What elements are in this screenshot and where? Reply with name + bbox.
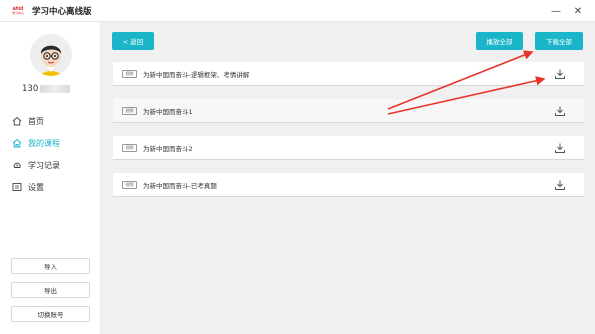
course-title: 为新中国而奋斗1	[143, 107, 193, 116]
video-tag: 视频	[122, 143, 137, 152]
sidebar-item-label: 我的课程	[28, 138, 60, 148]
title-bar: ahtd 学习中心 学习中心离线版 — ✕	[0, 0, 595, 22]
sidebar: 130 首页 我的课程 学习记录 设置 导入 导出 切换账号	[0, 22, 101, 334]
course-row[interactable]: 视频 为新中国而奋斗2	[113, 136, 584, 160]
home-icon	[12, 116, 22, 126]
course-row[interactable]: 视频 为新中国而奋斗-逻辑框架、考情讲解	[113, 62, 584, 86]
app-logo: ahtd 学习中心	[10, 6, 26, 16]
course-title: 为新中国而奋斗2	[143, 144, 193, 153]
phone-redacted	[40, 85, 71, 93]
sidebar-item-label: 设置	[28, 182, 44, 192]
sidebar-item-my-courses[interactable]: 我的课程	[0, 132, 100, 154]
account-phone: 130	[22, 84, 71, 94]
window-title: 学习中心离线版	[32, 6, 92, 17]
sidebar-item-settings[interactable]: 设置	[0, 176, 100, 198]
sidebar-item-history[interactable]: 学习记录	[0, 154, 100, 176]
back-button[interactable]: < 返回	[112, 32, 154, 50]
avatar[interactable]	[30, 34, 72, 76]
download-icon[interactable]	[554, 68, 566, 80]
switch-account-button[interactable]: 切换账号	[11, 306, 90, 322]
main-content: < 返回 播放全部 下载全部 视频 为新中国而奋斗-逻辑框架、考情讲解 视频 为…	[101, 22, 595, 334]
phone-number: 130	[22, 84, 39, 94]
sidebar-item-label: 首页	[28, 116, 44, 126]
download-icon[interactable]	[554, 179, 566, 191]
sidebar-item-home[interactable]: 首页	[0, 110, 100, 132]
settings-icon	[12, 182, 22, 192]
import-button[interactable]: 导入	[11, 258, 90, 274]
minimize-button[interactable]: —	[545, 6, 567, 17]
sidebar-item-label: 学习记录	[28, 160, 60, 170]
course-icon	[12, 138, 22, 148]
video-tag: 视频	[122, 69, 137, 78]
export-button[interactable]: 导出	[11, 282, 90, 298]
course-row[interactable]: 视频 为新中国而奋斗1	[113, 99, 584, 123]
play-all-button[interactable]: 播放全部	[476, 32, 523, 50]
video-tag: 视频	[122, 106, 137, 115]
video-tag: 视频	[122, 180, 137, 189]
window-controls: — ✕	[545, 0, 589, 22]
close-button[interactable]: ✕	[567, 6, 589, 17]
course-title: 为新中国而奋斗-已考真题	[143, 181, 217, 190]
course-title: 为新中国而奋斗-逻辑框架、考情讲解	[143, 70, 250, 79]
history-icon	[12, 160, 22, 170]
logo-subtext: 学习中心	[11, 10, 24, 15]
course-row[interactable]: 视频 为新中国而奋斗-已考真题	[113, 173, 584, 197]
download-all-button[interactable]: 下载全部	[535, 32, 583, 50]
sidebar-nav: 首页 我的课程 学习记录 设置	[0, 110, 100, 198]
download-icon[interactable]	[554, 142, 566, 154]
avatar-icon	[30, 34, 72, 76]
download-icon[interactable]	[554, 105, 566, 117]
